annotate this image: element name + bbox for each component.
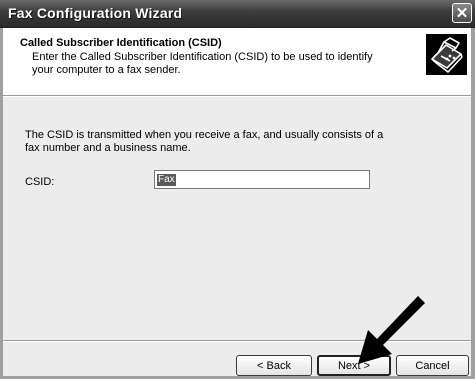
- csid-label: CSID:: [25, 176, 55, 188]
- csid-input-value: Fax: [157, 174, 176, 186]
- csid-info-text: The CSID is transmitted when you receive…: [25, 129, 384, 154]
- fax-machine-icon: [426, 34, 467, 75]
- window-title: Fax Configuration Wizard: [8, 5, 183, 21]
- pointer-arrow-icon: [358, 296, 425, 364]
- wizard-header: Called Subscriber Identification (CSID) …: [3, 28, 471, 96]
- csid-input[interactable]: Fax: [154, 170, 370, 189]
- header-divider: [3, 96, 471, 97]
- close-icon: ✕: [455, 4, 469, 22]
- page-title: Called Subscriber Identification (CSID): [20, 37, 222, 49]
- wizard-window: Fax Configuration Wizard ✕ Called Subscr…: [0, 0, 475, 379]
- back-button[interactable]: < Back: [236, 355, 312, 376]
- title-bar[interactable]: Fax Configuration Wizard ✕: [0, 0, 475, 28]
- close-button[interactable]: ✕: [452, 3, 472, 23]
- page-description: Enter the Called Subscriber Identificati…: [32, 51, 373, 76]
